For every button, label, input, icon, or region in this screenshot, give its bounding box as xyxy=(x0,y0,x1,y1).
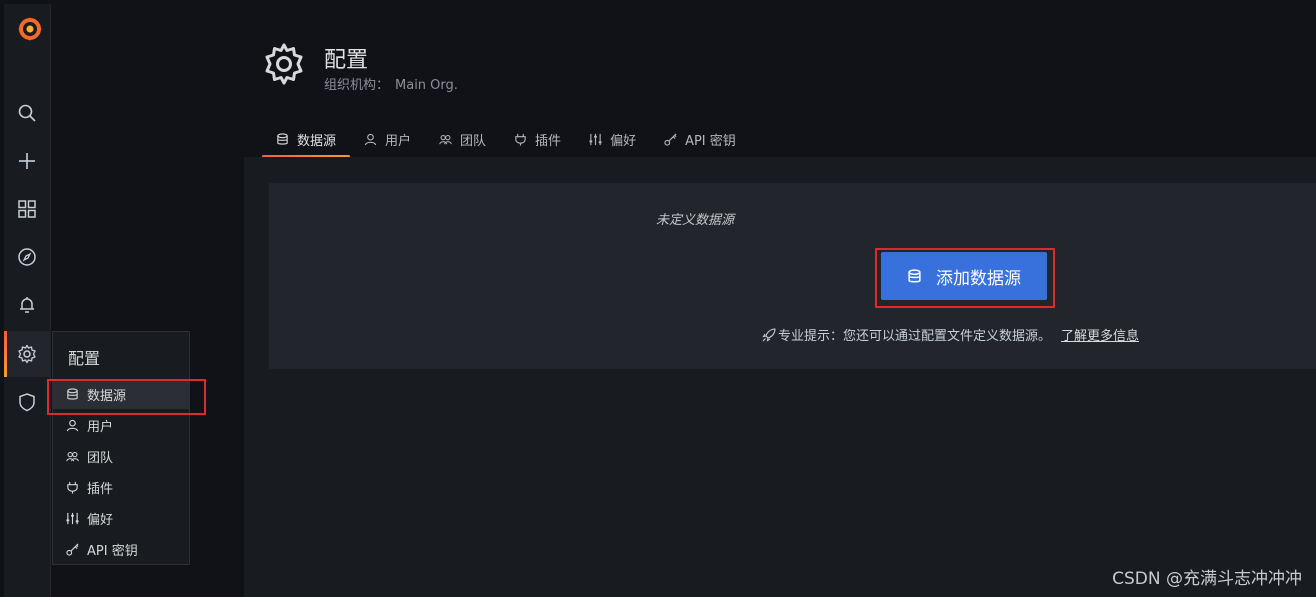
configuration-submenu: 配置 数据源 用户 团队 插件 偏好 API 密钥 xyxy=(52,331,190,565)
grafana-logo-icon[interactable] xyxy=(17,16,43,42)
org-name: Main Org. xyxy=(395,78,458,93)
tab-label: 团队 xyxy=(460,133,487,149)
users-icon xyxy=(439,134,452,144)
org-label: 组织机构： xyxy=(324,78,390,93)
submenu-title: 配置 xyxy=(68,349,101,368)
tab-label: 偏好 xyxy=(610,133,637,149)
user-icon xyxy=(63,419,81,432)
pro-tip: 专业提示：您还可以通过配置文件定义数据源。 了解更多信息 xyxy=(762,325,1139,344)
pro-tip-text: 专业提示：您还可以通过配置文件定义数据源。 xyxy=(778,329,1052,344)
submenu-item-plugins[interactable]: 插件 xyxy=(53,473,190,502)
database-icon xyxy=(908,268,921,282)
alerting-button[interactable] xyxy=(4,282,50,328)
tab-plugins[interactable]: 插件 xyxy=(500,124,575,154)
grafana-app: 配置 数据源 用户 团队 插件 偏好 API 密钥 配置 组织机构： Main … xyxy=(0,0,1316,597)
bell-icon xyxy=(20,297,34,313)
submenu-item-label: 用户 xyxy=(87,420,114,435)
sliders-icon xyxy=(589,133,602,145)
tab-teams[interactable]: 团队 xyxy=(425,124,500,154)
submenu-item-label: API 密钥 xyxy=(87,544,138,559)
search-button[interactable] xyxy=(4,90,50,136)
submenu-item-label: 偏好 xyxy=(87,513,114,528)
shield-icon xyxy=(19,393,35,412)
tab-datasources[interactable]: 数据源 xyxy=(262,124,351,158)
tab-label: 插件 xyxy=(535,133,562,149)
tab-api-keys[interactable]: API 密钥 xyxy=(650,124,750,154)
dashboards-button[interactable] xyxy=(4,186,50,232)
user-icon xyxy=(364,133,377,145)
explore-button[interactable] xyxy=(4,234,50,280)
tab-label: API 密钥 xyxy=(685,133,736,149)
plug-icon xyxy=(63,481,81,494)
create-button[interactable] xyxy=(4,138,50,184)
gear-icon xyxy=(265,43,303,85)
key-icon xyxy=(63,543,81,556)
submenu-item-users[interactable]: 用户 xyxy=(53,411,190,440)
highlight-box-submenu xyxy=(47,379,206,415)
key-icon xyxy=(664,133,677,146)
sliders-icon xyxy=(63,512,81,525)
submenu-item-teams[interactable]: 团队 xyxy=(53,442,190,471)
server-admin-button[interactable] xyxy=(4,379,50,425)
configuration-button[interactable] xyxy=(4,331,50,377)
database-icon xyxy=(277,132,288,145)
submenu-item-label: 插件 xyxy=(87,482,114,497)
tab-label: 数据源 xyxy=(297,133,337,149)
tab-users[interactable]: 用户 xyxy=(350,124,425,154)
gear-icon xyxy=(18,344,36,364)
add-datasource-button[interactable]: 添加数据源 xyxy=(881,252,1047,300)
sidebar xyxy=(4,4,51,597)
tab-bar: 数据源 用户 团队 插件 偏好 API 密钥 xyxy=(262,124,750,158)
learn-more-link[interactable]: 了解更多信息 xyxy=(1061,325,1139,344)
tab-preferences[interactable]: 偏好 xyxy=(575,124,650,154)
rocket-icon xyxy=(762,327,776,342)
submenu-item-label: 团队 xyxy=(87,451,114,466)
compass-icon xyxy=(18,248,36,266)
add-datasource-label: 添加数据源 xyxy=(936,268,1021,289)
users-icon xyxy=(63,450,81,463)
page-subtitle: 组织机构： Main Org. xyxy=(324,74,458,93)
watermark: CSDN @充满斗志冲冲冲 xyxy=(1112,569,1302,589)
tab-label: 用户 xyxy=(385,133,412,149)
plus-icon xyxy=(19,153,35,169)
plug-icon xyxy=(515,133,526,146)
page-title: 配置 xyxy=(324,48,369,73)
search-icon xyxy=(18,104,36,122)
submenu-item-api-keys[interactable]: API 密钥 xyxy=(53,535,190,564)
dashboards-icon xyxy=(18,200,36,218)
submenu-item-preferences[interactable]: 偏好 xyxy=(53,504,190,533)
